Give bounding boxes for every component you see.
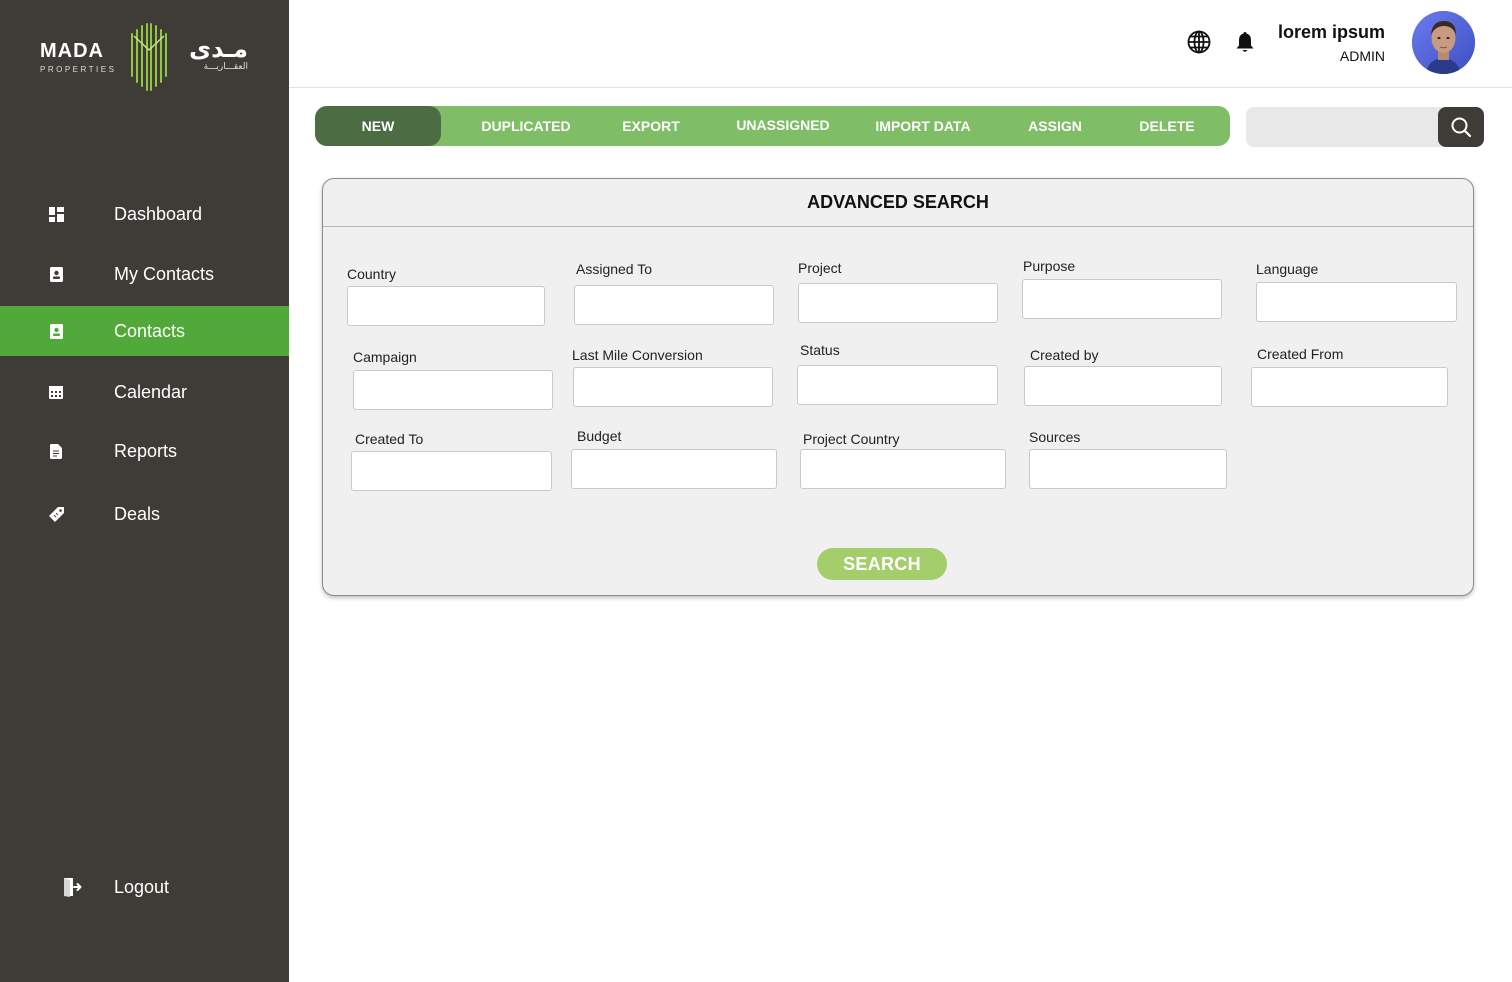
sidebar-item-reports[interactable]: Reports [0, 426, 289, 476]
budget-label: Budget [577, 428, 622, 444]
calendar-icon [48, 384, 64, 400]
brand-logo[interactable]: MADA PROPERTIES مـدى العقـــاريـــة [40, 18, 250, 94]
sidebar-item-deals[interactable]: Deals [0, 489, 289, 539]
sidebar-item-my-contacts[interactable]: My Contacts [0, 249, 289, 299]
assigned-to-field[interactable] [574, 285, 774, 325]
logout-icon [62, 877, 82, 897]
brand-name-en: MADA [40, 40, 104, 62]
action-toolbar: NEW DUPLICATED EXPORT UNASSIGNED IMPORT … [315, 106, 1230, 146]
sidebar-item-label: Contacts [114, 320, 186, 341]
country-label: Country [347, 266, 397, 282]
contact-card-icon [48, 266, 64, 282]
language-field[interactable] [1256, 282, 1457, 322]
created-by-field[interactable] [1024, 366, 1222, 406]
search-input[interactable] [1246, 107, 1438, 147]
status-label: Status [800, 342, 840, 358]
import-data-button[interactable]: IMPORT DATA [869, 106, 977, 146]
sources-field[interactable] [1029, 449, 1227, 489]
created-to-field[interactable] [351, 451, 552, 491]
panel-title: ADVANCED SEARCH [323, 179, 1473, 227]
logout-label: Logout [114, 876, 170, 897]
sidebar: MADA PROPERTIES مـدى العقـــاريـــة Dash… [0, 0, 289, 982]
advanced-search-button[interactable]: SEARCH [817, 548, 947, 580]
duplicated-button[interactable]: DUPLICATED [473, 106, 579, 146]
sidebar-item-label: Dashboard [114, 203, 203, 224]
user-name: lorem ipsum [1277, 22, 1385, 42]
campaign-label: Campaign [353, 349, 417, 365]
project-country-label: Project Country [803, 431, 900, 447]
user-role: ADMIN [1339, 48, 1385, 64]
sidebar-item-label: My Contacts [114, 263, 215, 284]
export-button[interactable]: EXPORT [611, 106, 691, 146]
created-from-label: Created From [1257, 346, 1344, 362]
brand-sub-en: PROPERTIES [40, 65, 117, 74]
quick-search [1246, 107, 1484, 147]
report-icon [48, 443, 64, 459]
created-from-field[interactable] [1251, 367, 1448, 407]
sidebar-item-label: Reports [114, 440, 178, 461]
project-field[interactable] [798, 283, 998, 323]
project-country-field[interactable] [800, 449, 1006, 489]
globe-icon[interactable] [1187, 30, 1211, 54]
contact-card-icon [48, 323, 64, 339]
created-to-label: Created To [355, 431, 424, 447]
delete-button[interactable]: DELETE [1129, 106, 1205, 146]
last-mile-conversion-field[interactable] [573, 367, 773, 407]
status-field[interactable] [797, 365, 998, 405]
new-button[interactable]: NEW [315, 106, 441, 146]
brand-sub-ar: العقـــاريـــة [203, 62, 248, 72]
campaign-field[interactable] [353, 370, 553, 410]
project-label: Project [798, 260, 842, 276]
sources-label: Sources [1029, 429, 1081, 445]
budget-field[interactable] [571, 449, 777, 489]
brand-mark-icon [131, 23, 167, 91]
country-field[interactable] [347, 286, 545, 326]
unassigned-button[interactable]: UNASSIGNED [727, 105, 839, 145]
sidebar-item-calendar[interactable]: Calendar [0, 367, 289, 417]
tag-icon [48, 506, 64, 522]
avatar[interactable] [1412, 11, 1475, 74]
last-mile-conversion-label: Last Mile Conversion [572, 347, 703, 363]
sidebar-item-dashboard[interactable]: Dashboard [0, 189, 289, 239]
top-header: lorem ipsum ADMIN [289, 0, 1512, 88]
brand-logo-ar: مـدى العقـــاريـــة [182, 36, 248, 72]
bell-icon[interactable] [1233, 30, 1257, 54]
brand-logo-en: MADA PROPERTIES [40, 40, 116, 74]
sidebar-item-label: Deals [114, 503, 161, 524]
language-label: Language [1256, 261, 1319, 277]
logout-button[interactable]: Logout [0, 862, 289, 912]
sidebar-item-label: Calendar [114, 381, 188, 402]
assigned-to-label: Assigned To [576, 261, 653, 277]
search-button[interactable] [1438, 107, 1484, 147]
dashboard-icon [48, 206, 64, 222]
assign-button[interactable]: ASSIGN [1019, 106, 1091, 146]
purpose-label: Purpose [1023, 258, 1076, 274]
brand-name-ar: مـدى [189, 35, 248, 63]
created-by-label: Created by [1030, 347, 1099, 363]
search-icon [1451, 117, 1472, 138]
sidebar-item-contacts[interactable]: Contacts [0, 306, 289, 356]
purpose-field[interactable] [1022, 279, 1222, 319]
